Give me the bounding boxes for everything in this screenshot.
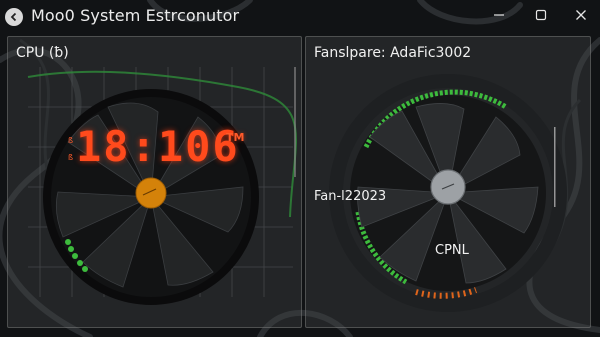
fan-panel: Fanslpare: AdaFic3002 [305,36,591,328]
close-icon [576,10,586,20]
back-arrow-icon [10,12,17,22]
minimize-button[interactable] [486,4,512,26]
maximize-button[interactable] [528,4,554,26]
fan-id-label: Fan-l22023 [314,189,387,204]
digital-clock: 18:106 [76,122,240,171]
back-button[interactable] [5,8,23,26]
title-bar: Moo0 System Estrconutor [0,0,600,34]
clock-prefix-top: ß [68,136,74,145]
case-fan-graphic [329,74,567,312]
fan-cpu-label: CPNL [435,243,469,258]
minimize-icon [494,14,504,16]
window-title: Moo0 System Estrconutor [31,6,240,25]
cpu-fan-hub [135,177,167,209]
cpu-fan-graphic [27,67,298,305]
clock-prefix-bottom: ß [68,153,74,162]
cpu-panel: CPU (ƀ) [7,36,302,328]
fan-panel-scrollbar [554,127,556,207]
cpu-panel-scrollbar [294,67,296,177]
clock-suffix: TM [226,131,245,144]
close-button[interactable] [568,4,594,26]
maximize-icon [535,9,547,21]
